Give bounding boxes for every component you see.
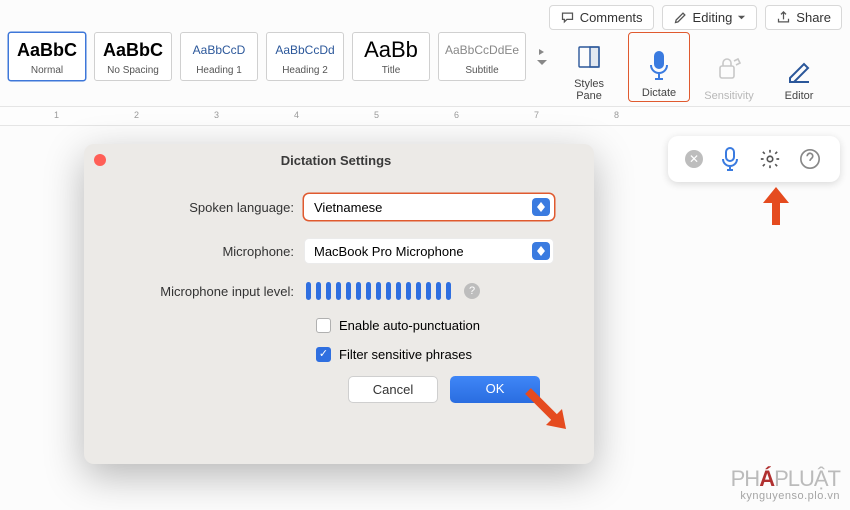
microphone-button[interactable] [717,146,743,172]
ruler-num: 8 [614,110,619,120]
style-sample: AaBbCcDdEe [445,36,519,64]
ruler-num: 2 [134,110,139,120]
style-label: Subtitle [445,65,519,76]
style-tile-subtitle[interactable]: AaBbCcDdEe Subtitle [438,32,526,81]
input-level-meter: ? [306,282,480,300]
ruler-num: 4 [294,110,299,120]
tool-label: Styles Pane [574,78,604,102]
settings-button[interactable] [757,146,783,172]
help-icon[interactable]: ? [464,283,480,299]
editing-button[interactable]: Editing [662,5,758,30]
spoken-language-dropdown[interactable]: Vietnamese [304,194,554,220]
sensitivity-button: Sensitivity [698,32,760,102]
microphone-label: Microphone: [124,244,304,259]
input-level-label: Microphone input level: [124,284,304,299]
window-action-bar: Comments Editing Share [549,5,842,30]
pencil-icon [673,10,688,25]
style-sample: AaBbCcD [187,36,251,64]
close-icon[interactable]: ✕ [685,150,703,168]
tool-label: Sensitivity [704,90,754,102]
style-sample: AaBbCcDd [273,36,337,64]
editor-button[interactable]: Editor [768,32,830,102]
style-sample: AaBbC [101,36,165,64]
question-circle-icon [799,148,821,170]
gear-icon [759,148,781,170]
style-tile-heading-2[interactable]: AaBbCcDd Heading 2 [266,32,344,81]
ruler-num: 1 [54,110,59,120]
spoken-language-value: Vietnamese [314,200,382,215]
style-tile-normal[interactable]: AaBbC Normal [8,32,86,81]
share-button[interactable]: Share [765,5,842,30]
style-label: No Spacing [101,65,165,76]
watermark: PHÁPLUẬT kynguyenso.plo.vn [731,466,840,502]
filter-phrases-label: Filter sensitive phrases [339,347,472,362]
style-label: Title [359,65,423,76]
style-tile-title[interactable]: AaBb Title [352,32,430,81]
tool-label: Editor [785,90,814,102]
dialog-title: Dictation Settings [88,153,584,168]
ruler-num: 7 [534,110,539,120]
comments-label: Comments [580,10,643,25]
styles-pane-icon [574,36,604,78]
chevron-down-icon [737,13,746,22]
dropdown-caret-icon [532,242,550,260]
styles-pane-button[interactable]: Styles Pane [558,32,620,102]
ruler-num: 3 [214,110,219,120]
cancel-button[interactable]: Cancel [348,376,438,403]
microphone-dropdown[interactable]: MacBook Pro Microphone [304,238,554,264]
dropdown-caret-icon [532,198,550,216]
annotation-arrow-icon [759,185,793,229]
style-sample: AaBb [359,36,423,64]
dialog-titlebar: Dictation Settings [84,144,594,176]
microphone-icon [719,146,741,172]
horizontal-ruler: 1 2 3 4 5 6 7 8 [0,106,850,126]
style-tile-no-spacing[interactable]: AaBbC No Spacing [94,32,172,81]
style-sample: AaBbC [15,36,79,64]
sensitivity-icon [714,48,744,90]
editing-label: Editing [693,10,733,25]
auto-punctuation-label: Enable auto-punctuation [339,318,480,333]
comments-button[interactable]: Comments [549,5,654,30]
ruler-num: 5 [374,110,379,120]
dictate-floating-toolbar: ✕ [668,136,840,182]
help-button[interactable] [797,146,823,172]
ribbon: AaBbC Normal AaBbC No Spacing AaBbCcD He… [8,32,842,104]
spoken-language-label: Spoken language: [124,200,304,215]
chevron-right-icon [537,49,547,55]
dictation-settings-dialog: Dictation Settings Spoken language: Viet… [84,144,594,464]
microphone-value: MacBook Pro Microphone [314,244,464,259]
share-icon [776,10,791,25]
editor-icon [784,48,814,90]
share-label: Share [796,10,831,25]
dictate-button[interactable]: Dictate [628,32,690,102]
speech-bubble-icon [560,10,575,25]
watermark-url: kynguyenso.plo.vn [731,490,840,502]
annotation-arrow-icon [522,385,572,435]
microphone-icon [646,45,672,87]
tool-label: Dictate [642,87,676,99]
style-label: Heading 1 [187,65,251,76]
filter-phrases-checkbox[interactable]: ✓ [316,347,331,362]
ruler-num: 6 [454,110,459,120]
chevron-down-icon [537,59,547,65]
style-label: Heading 2 [273,65,337,76]
style-label: Normal [15,65,79,76]
styles-gallery-expand[interactable] [534,32,550,82]
auto-punctuation-checkbox[interactable] [316,318,331,333]
style-tile-heading-1[interactable]: AaBbCcD Heading 1 [180,32,258,81]
watermark-brand: PHÁPLUẬT [731,466,840,492]
